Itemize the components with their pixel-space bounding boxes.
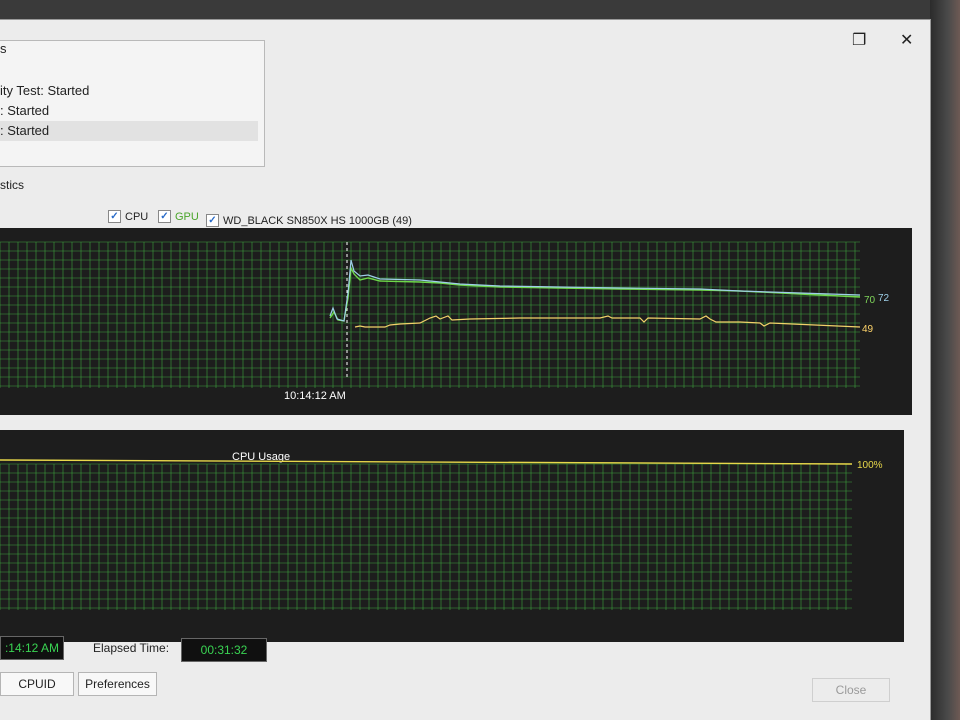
cpu-checkbox[interactable]: ✓ [108,210,121,223]
cpu-usage-graph: CPU Usage 100% [0,422,904,642]
start-time-display: :14:12 AM [0,636,64,660]
legend-gpu-label: GPU [175,210,199,223]
log-line-1: ity Test: Started [0,83,90,98]
log-line-3-selected: : Started [0,121,258,141]
temperature-panel: ✓ CPU ✓ GPU ✓ WD_BLACK SN850X HS 1000GB … [0,200,930,415]
legend-ssd-label: WD_BLACK SN850X HS 1000GB (49) [223,214,412,227]
close-button[interactable]: Close [812,678,890,702]
cpu-usage-value-label: 100% [857,460,883,471]
ssd-checkbox[interactable]: ✓ [206,214,219,227]
time-axis-label: 10:14:12 AM [284,390,346,402]
monitor-bezel [930,0,960,720]
log-line-2: : Started [0,103,50,118]
cpu-value-label: 72 [878,293,890,304]
legend-cpu[interactable]: ✓ CPU [108,210,148,223]
elapsed-time-display: 00:31:32 [181,638,267,662]
temperature-graph: 10:14:12 AM 70 72 49 [0,228,912,415]
close-icon[interactable]: ✕ [900,30,913,50]
ssd-value-label: 49 [862,324,874,335]
legend-ssd[interactable]: ✓ WD_BLACK SN850X HS 1000GB (49) [206,214,412,227]
cpuid-button[interactable]: CPUID [0,672,74,696]
preferences-button[interactable]: Preferences [78,672,157,696]
gpu-value-label: 70 [864,295,876,306]
legend-gpu[interactable]: ✓ GPU [158,210,199,223]
status-log: s ity Test: Started : Started : Started [0,40,265,167]
statistics-tab[interactable]: stics [0,178,24,192]
stress-test-window: ❐ ✕ s ity Test: Started : Started : Star… [0,20,930,720]
log-header-fragment: s [0,41,7,56]
gpu-checkbox[interactable]: ✓ [158,210,171,223]
elapsed-time-label: Elapsed Time: [93,641,170,655]
legend-cpu-label: CPU [125,210,149,223]
restore-icon[interactable]: ❐ [852,30,866,50]
